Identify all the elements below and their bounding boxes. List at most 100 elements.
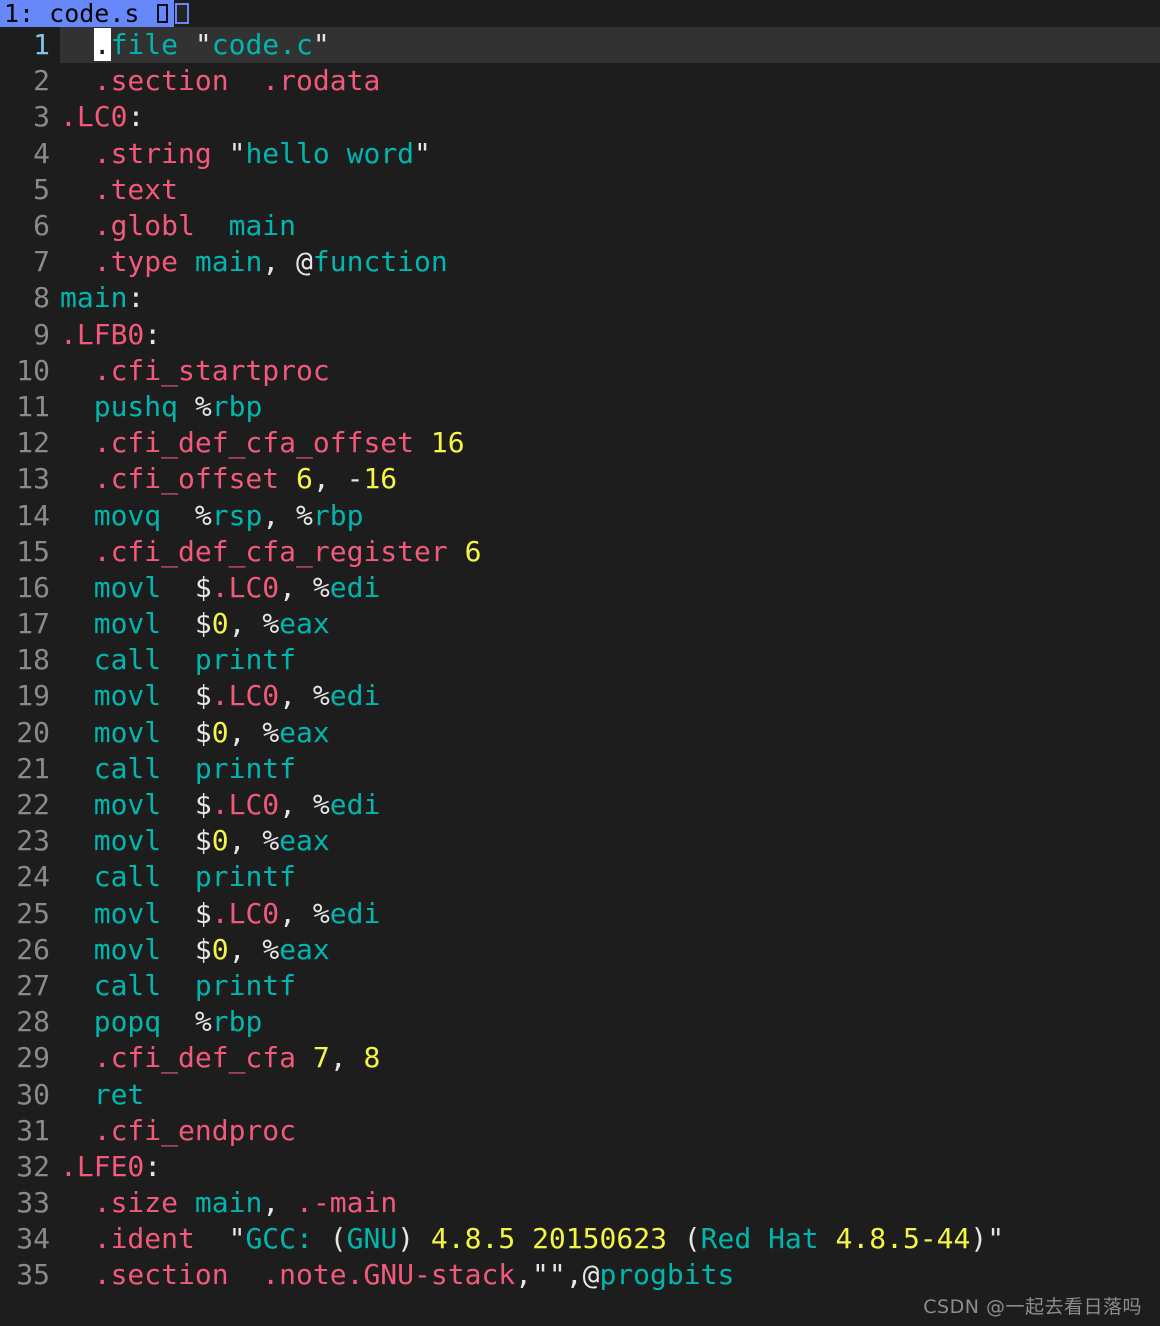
line-content[interactable]: .section .rodata — [60, 63, 1160, 99]
line-content[interactable]: .type main, @function — [60, 244, 1160, 280]
code-token: % — [194, 389, 212, 423]
line-content[interactable]: ret — [60, 1077, 1160, 1113]
code-line[interactable]: 9 .LFB0: — [0, 316, 1160, 353]
line-content[interactable]: .size main, .-main — [60, 1185, 1160, 1221]
line-content[interactable]: pushq %rbp — [60, 389, 1160, 425]
code-line[interactable]: 32 .LFE0: — [0, 1148, 1160, 1185]
code-line[interactable]: 8 main: — [0, 280, 1160, 317]
line-content[interactable]: popq %rbp — [60, 1004, 1160, 1040]
line-content[interactable]: call printf — [60, 859, 1160, 895]
code-line[interactable]: 34 .ident "GCC: (GNU) 4.8.5 20150623 (Re… — [0, 1221, 1160, 1258]
line-content[interactable]: movl $0, %eax — [60, 715, 1160, 751]
line-content[interactable]: .LFB0: — [60, 317, 1160, 353]
line-content[interactable]: movl $.LC0, %edi — [60, 570, 1160, 606]
code-line[interactable]: 21 call printf — [0, 750, 1160, 787]
line-content[interactable]: .cfi_endproc — [60, 1113, 1160, 1149]
code-line[interactable]: 31 .cfi_endproc — [0, 1112, 1160, 1149]
code-line[interactable]: 6 .globl main — [0, 208, 1160, 245]
code-line[interactable]: 14 movq %rsp, %rbp — [0, 497, 1160, 534]
code-token: printf — [194, 643, 297, 677]
line-content[interactable]: movl $.LC0, %edi — [60, 787, 1160, 823]
line-content[interactable]: movl $.LC0, %edi — [60, 678, 1160, 714]
line-content[interactable]: call printf — [60, 968, 1160, 1004]
code-line[interactable]: 30 ret — [0, 1076, 1160, 1113]
code-line[interactable]: 19 movl $.LC0, %edi — [0, 678, 1160, 715]
code-line[interactable]: 3 .LC0: — [0, 99, 1160, 136]
code-line[interactable]: 26 movl $0, %eax — [0, 931, 1160, 968]
code-line[interactable]: 16 movl $.LC0, %edi — [0, 569, 1160, 606]
line-content[interactable]: call printf — [60, 642, 1160, 678]
line-content[interactable]: .cfi_offset 6, -16 — [60, 461, 1160, 497]
code-line[interactable]: 13 .cfi_offset 6, -16 — [0, 461, 1160, 498]
line-content[interactable]: movl $0, %eax — [60, 823, 1160, 859]
code-token: eax — [279, 607, 330, 641]
code-line[interactable]: 35 .section .note.GNU-stack,"",@progbits — [0, 1257, 1160, 1294]
code-token: .globl — [93, 209, 195, 243]
code-line[interactable]: 23 movl $0, %eax — [0, 823, 1160, 860]
line-content[interactable]: .ident "GCC: (GNU) 4.8.5 20150623 (Red H… — [60, 1221, 1160, 1257]
code-line[interactable]: 7 .type main, @function — [0, 244, 1160, 281]
line-content[interactable]: .globl main — [60, 208, 1160, 244]
code-line[interactable]: 27 call printf — [0, 967, 1160, 1004]
code-line[interactable]: 5 .text — [0, 171, 1160, 208]
tab-code-s[interactable]: 1: code.s — [0, 0, 174, 27]
line-content[interactable]: .string "hello word" — [60, 136, 1160, 172]
line-content[interactable]: .file "code.c" — [60, 27, 1160, 64]
tab-bar-empty-area — [188, 0, 1160, 27]
line-content[interactable]: .LC0: — [60, 99, 1160, 135]
line-content[interactable]: call printf — [60, 751, 1160, 787]
line-content[interactable]: .cfi_def_cfa 7, 8 — [60, 1040, 1160, 1076]
code-token: progbits — [599, 1258, 735, 1292]
line-content[interactable]: main: — [60, 280, 1160, 316]
code-line[interactable]: 33 .size main, .-main — [0, 1185, 1160, 1222]
code-token: , — [228, 932, 246, 966]
code-line[interactable]: 4 .string "hello word" — [0, 135, 1160, 172]
code-token: 0 — [211, 932, 229, 966]
code-line[interactable]: 1 .file "code.c" — [0, 27, 1160, 64]
line-number: 16 — [0, 569, 60, 606]
code-token: .cfi_def_cfa_register — [93, 534, 448, 568]
line-content[interactable]: movl $0, %eax — [60, 932, 1160, 968]
code-line[interactable]: 12 .cfi_def_cfa_offset 16 — [0, 425, 1160, 462]
code-line[interactable]: 28 popq %rbp — [0, 1004, 1160, 1041]
line-number: 17 — [0, 606, 60, 643]
code-editor[interactable]: 1 .file "code.c" 2 .section .rodata 3 .LC0:… — [0, 27, 1160, 1326]
line-number: 19 — [0, 678, 60, 715]
line-content[interactable]: .cfi_def_cfa_offset 16 — [60, 425, 1160, 461]
line-content[interactable]: .cfi_startproc — [60, 353, 1160, 389]
code-line[interactable]: 20 movl $0, %eax — [0, 714, 1160, 751]
code-line[interactable]: 29 .cfi_def_cfa 7, 8 — [0, 1040, 1160, 1077]
line-content[interactable]: movl $.LC0, %edi — [60, 896, 1160, 932]
line-content[interactable]: .section .note.GNU-stack,"",@progbits — [60, 1257, 1160, 1293]
code-token: " — [987, 1222, 1005, 1256]
code-line[interactable]: 18 call printf — [0, 642, 1160, 679]
line-content[interactable]: .LFE0: — [60, 1149, 1160, 1185]
line-content[interactable]: movq %rsp, %rbp — [60, 498, 1160, 534]
code-line[interactable]: 15 .cfi_def_cfa_register 6 — [0, 533, 1160, 570]
code-line[interactable]: 2 .section .rodata — [0, 63, 1160, 100]
code-line[interactable]: 11 pushq %rbp — [0, 388, 1160, 425]
code-line[interactable]: 17 movl $0, %eax — [0, 606, 1160, 643]
code-token: " — [532, 1258, 549, 1292]
code-line[interactable]: 24 call printf — [0, 859, 1160, 896]
line-content[interactable]: .text — [60, 172, 1160, 208]
line-content[interactable]: movl $0, %eax — [60, 606, 1160, 642]
code-line[interactable]: 25 movl $.LC0, %edi — [0, 895, 1160, 932]
code-line[interactable]: 22 movl $.LC0, %edi — [0, 787, 1160, 824]
line-content[interactable]: .cfi_def_cfa_register 6 — [60, 534, 1160, 570]
code-line[interactable]: 10 .cfi_startproc — [0, 352, 1160, 389]
